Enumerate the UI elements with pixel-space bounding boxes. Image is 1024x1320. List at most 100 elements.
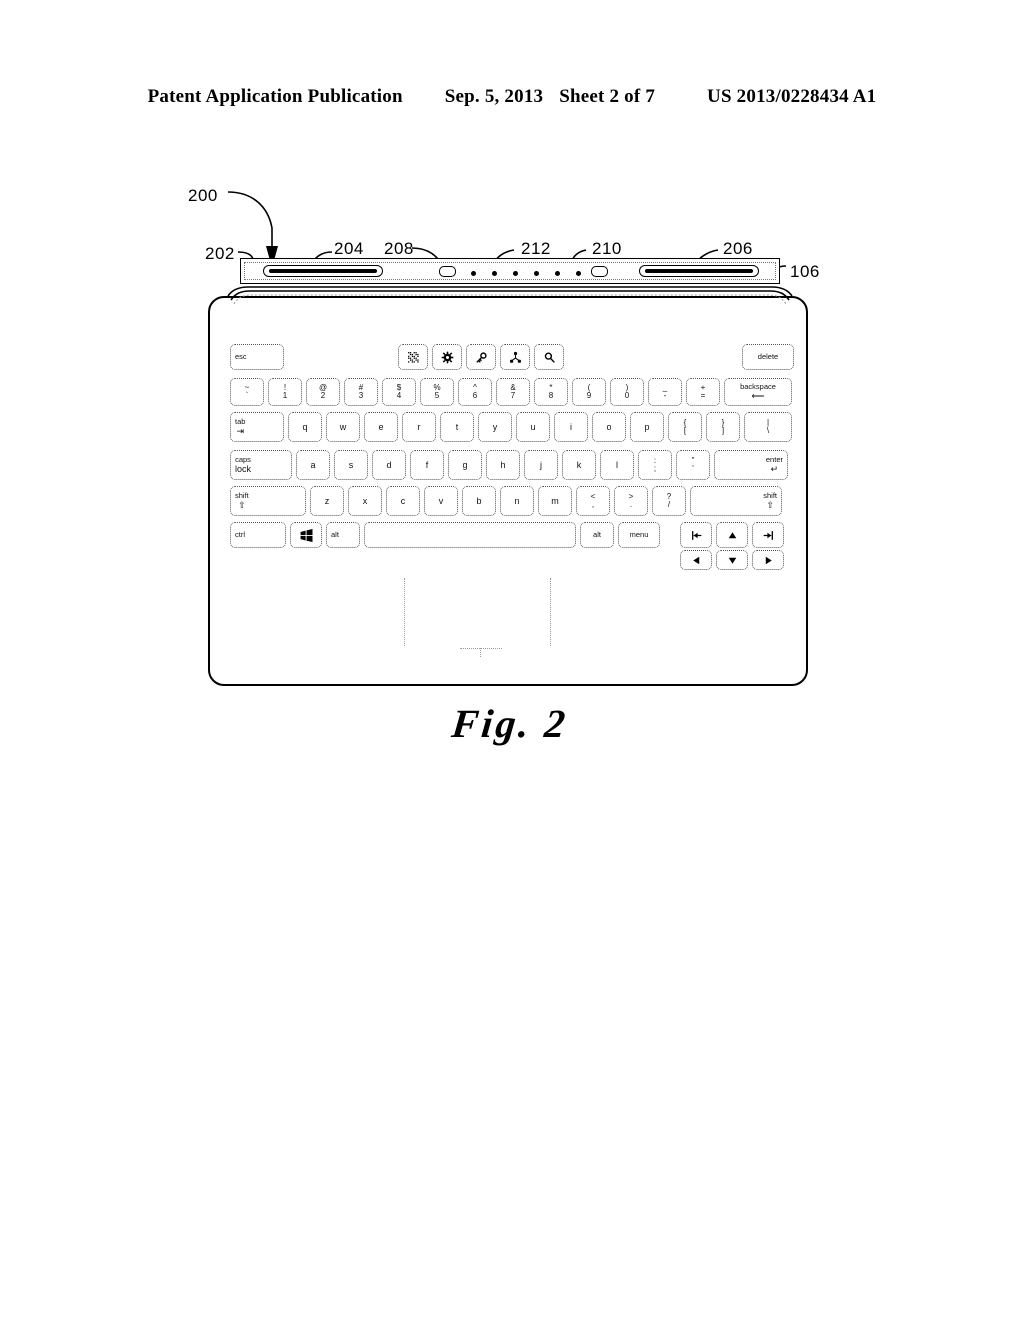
key-label: alt <box>331 529 339 539</box>
key-q[interactable]: q <box>288 412 322 442</box>
key-shift[interactable]: shift ⇧ <box>690 486 782 516</box>
key-shift[interactable]: shift ⇧ <box>230 486 306 516</box>
key-label: esc <box>235 351 247 361</box>
key-label: u <box>530 421 536 432</box>
key-arrow-left[interactable] <box>680 550 712 570</box>
key-9[interactable]: (9 <box>572 378 606 406</box>
key-r[interactable]: r <box>402 412 436 442</box>
key-o[interactable]: o <box>592 412 626 442</box>
windows-icon <box>299 528 314 543</box>
key-8[interactable]: * 8 <box>534 378 568 406</box>
key-magnifier[interactable] <box>534 344 564 370</box>
key-label: e <box>378 421 384 432</box>
key-gear[interactable] <box>432 344 462 370</box>
key-=[interactable]: + = <box>686 378 720 406</box>
key-space[interactable] <box>364 522 576 548</box>
key-a[interactable]: a <box>296 450 330 480</box>
key-label: p <box>644 421 650 432</box>
key-label: caps <box>235 454 251 464</box>
key-label: f <box>425 459 429 470</box>
key-f[interactable]: f <box>410 450 444 480</box>
key-label: o <box>606 421 612 432</box>
key-`[interactable]: ~ ` <box>230 378 264 406</box>
key-y[interactable]: y <box>478 412 512 442</box>
key-delete[interactable]: delete <box>742 344 794 370</box>
key-backspace[interactable]: backspace ⟵ <box>724 378 792 406</box>
key-l[interactable]: l <box>600 450 634 480</box>
key-tab[interactable]: tab ⇥ <box>230 412 284 442</box>
key-label: g <box>462 459 468 470</box>
key-p[interactable]: p <box>630 412 664 442</box>
key-caps[interactable]: caps lock <box>230 450 292 480</box>
key-4[interactable]: $4 <box>382 378 416 406</box>
key-7[interactable]: & 7 <box>496 378 530 406</box>
key-6[interactable]: ^ 6 <box>458 378 492 406</box>
contact-dot <box>555 270 560 276</box>
key-i[interactable]: i <box>554 412 588 442</box>
key-,[interactable]: <, <box>576 486 610 516</box>
key-x[interactable]: x <box>348 486 382 516</box>
figure-3: 300 210 212 208 202 <box>0 760 1024 1320</box>
key-v[interactable]: v <box>424 486 458 516</box>
key-base-label: 2 <box>320 391 326 400</box>
key-1[interactable]: ! 1 <box>268 378 302 406</box>
key-d[interactable]: d <box>372 450 406 480</box>
key-z[interactable]: z <box>310 486 344 516</box>
key-end-arrow[interactable] <box>752 522 784 548</box>
key-label: backspace <box>740 381 776 391</box>
key-.[interactable]: >. <box>614 486 648 516</box>
key-windows[interactable] <box>290 522 322 548</box>
key-b[interactable]: b <box>462 486 496 516</box>
key-[[interactable]: {[ <box>668 412 702 442</box>
key-k[interactable]: k <box>562 450 596 480</box>
key-sublabel: ⇧ <box>766 500 774 511</box>
key-j[interactable]: j <box>524 450 558 480</box>
key-base-label: \ <box>766 426 770 435</box>
key-alt[interactable]: alt <box>326 522 360 548</box>
key-2[interactable]: @2 <box>306 378 340 406</box>
key-e[interactable]: e <box>364 412 398 442</box>
key-][interactable]: }] <box>706 412 740 442</box>
key-t[interactable]: t <box>440 412 474 442</box>
key-share[interactable] <box>500 344 530 370</box>
key-g[interactable]: g <box>448 450 482 480</box>
key-label: v <box>438 495 444 506</box>
key-m[interactable]: m <box>538 486 572 516</box>
key-home-arrow[interactable] <box>680 522 712 548</box>
key-arrow-up[interactable] <box>716 522 748 548</box>
key-alt[interactable]: alt <box>580 522 614 548</box>
key--[interactable]: _ - <box>648 378 682 406</box>
key-label: n <box>514 495 520 506</box>
key-'[interactable]: " ' <box>676 450 710 480</box>
ref-204: 204 <box>334 239 364 258</box>
trackpad-edge-left <box>404 578 405 646</box>
figure-3-drawing <box>0 760 1024 1320</box>
key-w[interactable]: w <box>326 412 360 442</box>
key-0[interactable]: ) 0 <box>610 378 644 406</box>
key-base-label: ' <box>692 464 694 473</box>
key-label: l <box>616 459 618 470</box>
key-label: c <box>400 495 406 506</box>
key-3[interactable]: #3 <box>344 378 378 406</box>
contact-dot <box>513 270 518 276</box>
key-;[interactable]: :; <box>638 450 672 480</box>
key-ctrl[interactable]: ctrl <box>230 522 286 548</box>
key-arrow-right[interactable] <box>752 550 784 570</box>
key-icon <box>475 351 488 364</box>
key-enter[interactable]: enter ↵ <box>714 450 788 480</box>
key-c[interactable]: c <box>386 486 420 516</box>
key-5[interactable]: % 5 <box>420 378 454 406</box>
key-esc[interactable]: esc <box>230 344 284 370</box>
key-h[interactable]: h <box>486 450 520 480</box>
key-s[interactable]: s <box>334 450 368 480</box>
figure-2-caption: Fig. 2 <box>449 701 571 746</box>
key-u[interactable]: u <box>516 412 550 442</box>
key-/[interactable]: ? / <box>652 486 686 516</box>
gear-icon <box>441 351 454 364</box>
key-menu[interactable]: menu <box>618 522 660 548</box>
key-n[interactable]: n <box>500 486 534 516</box>
key-\[interactable]: | \ <box>744 412 792 442</box>
key-key[interactable] <box>466 344 496 370</box>
key-grid[interactable] <box>398 344 428 370</box>
key-arrow-down[interactable] <box>716 550 748 570</box>
